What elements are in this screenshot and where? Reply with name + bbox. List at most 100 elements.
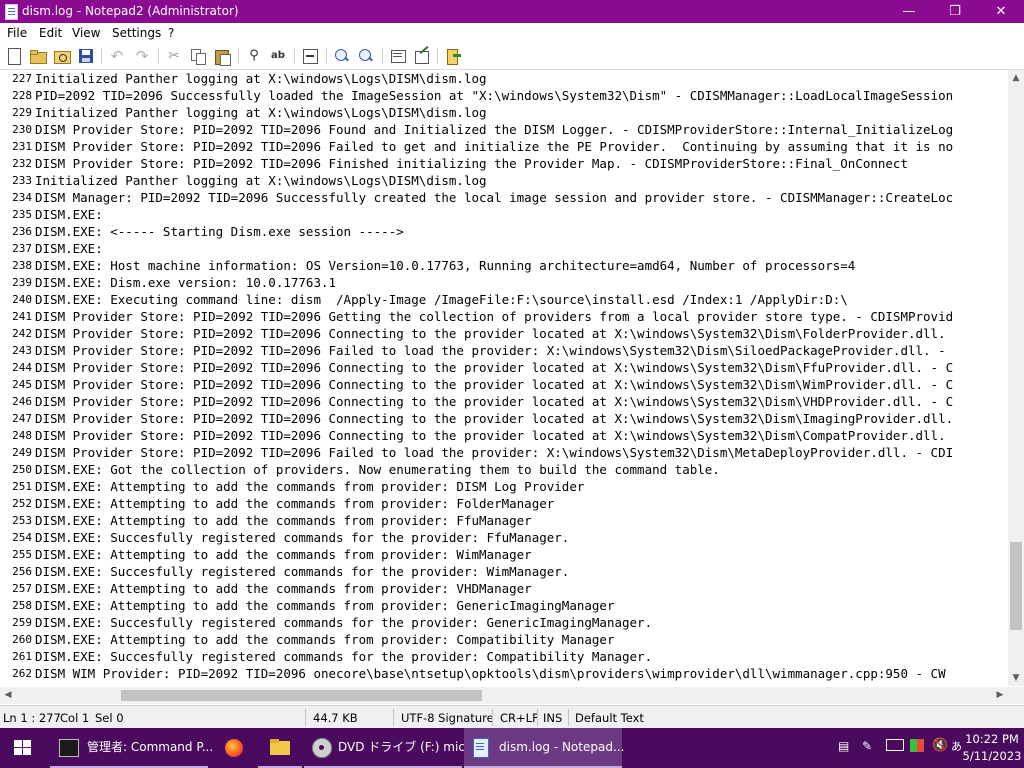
menu-file[interactable]: File — [7, 26, 27, 40]
taskbar-file-explorer[interactable] — [258, 728, 302, 768]
paste-icon[interactable] — [213, 47, 231, 66]
line-number: 234 — [12, 191, 32, 204]
editor-line: 250 DISM.EXE: Got the collection of provi… — [0, 461, 1008, 478]
notepad-icon — [473, 738, 489, 758]
line-text: DISM Provider Store: PID=2092 TID=2096 C… — [35, 360, 954, 375]
clock[interactable]: 10:22 PM 5/11/2023 — [960, 728, 1024, 768]
editor-line: 245 DISM Provider Store: PID=2092 TID=209… — [0, 376, 1008, 393]
firefox-icon — [225, 739, 243, 757]
pen-tray-icon[interactable]: ✎ — [862, 738, 878, 754]
line-number: 253 — [12, 514, 32, 527]
vertical-scrollbar[interactable]: ▲ ▼ — [1008, 70, 1024, 686]
keyboard-tray-icon[interactable] — [886, 739, 904, 751]
browse-icon[interactable] — [53, 47, 71, 65]
title-bar[interactable]: dism.log - Notepad2 (Administrator) — ❐ … — [0, 0, 1024, 23]
editor-line: 239 DISM.EXE: Dism.exe version: 10.0.1776… — [0, 274, 1008, 291]
scroll-right-icon[interactable]: ▶ — [992, 687, 1008, 704]
editor-line: 246 DISM Provider Store: PID=2092 TID=209… — [0, 393, 1008, 410]
new-file-icon[interactable] — [5, 47, 23, 65]
line-number: 236 — [12, 225, 32, 238]
scroll-down-icon[interactable]: ▼ — [1008, 670, 1024, 686]
line-text: DISM Provider Store: PID=2092 TID=2096 F… — [35, 139, 954, 154]
line-number: 238 — [12, 259, 32, 272]
taskbar-notepad2[interactable]: dism.log - Notepad... — [464, 728, 624, 768]
line-text: DISM WIM Provider: PID=2092 TID=2096 one… — [35, 666, 946, 681]
save-icon[interactable] — [77, 47, 95, 65]
status-bar: Ln 1 : 277 Col 1 Sel 0 44.7 KB UTF-8 Sig… — [0, 705, 1024, 729]
close-button[interactable]: ✕ — [978, 0, 1024, 23]
goto-icon[interactable] — [301, 47, 319, 65]
status-line-endings[interactable]: CR+LF — [500, 711, 539, 725]
editor-line: 260 DISM.EXE: Attempting to add the comma… — [0, 631, 1008, 648]
zoom-out-icon[interactable] — [357, 47, 375, 65]
toolbar: ↶ ↷ ✂ ⚲ ab — [0, 43, 1024, 70]
line-number: 235 — [12, 208, 32, 221]
line-text: DISM.EXE: Executing command line: dism /… — [35, 292, 848, 307]
line-text: DISM.EXE: Host machine information: OS V… — [35, 258, 856, 273]
status-col: Col 1 — [60, 711, 90, 725]
scroll-left-icon[interactable]: ◀ — [0, 687, 16, 704]
taskbar-label: 管理者: Command P... — [87, 740, 214, 754]
network-tray-icon[interactable]: ▤ — [838, 738, 854, 754]
start-button[interactable] — [0, 728, 46, 768]
menu-edit[interactable]: Edit — [39, 26, 62, 40]
line-text: DISM.EXE: Succesfully registered command… — [35, 615, 653, 630]
horizontal-scrollbar[interactable]: ◀ ▶ — [0, 687, 1008, 704]
status-file-size: 44.7 KB — [313, 711, 358, 725]
editor-line: 252 DISM.EXE: Attempting to add the comma… — [0, 495, 1008, 512]
scheme-icon[interactable] — [389, 47, 407, 65]
volume-muted-icon[interactable]: 🔇 — [932, 738, 948, 754]
line-number: 251 — [12, 480, 32, 493]
menu-settings[interactable]: Settings — [112, 26, 161, 40]
line-number: 232 — [12, 157, 32, 170]
customize-icon[interactable] — [413, 46, 431, 65]
app-tray-icon[interactable] — [910, 739, 924, 752]
line-text: DISM.EXE: Attempting to add the commands… — [35, 496, 555, 511]
editor-line: 255 DISM.EXE: Attempting to add the comma… — [0, 546, 1008, 563]
scrollbar-corner — [1008, 687, 1024, 704]
line-number: 259 — [12, 616, 32, 629]
line-number: 230 — [12, 123, 32, 136]
menu-help[interactable]: ? — [168, 26, 174, 40]
status-sel: Sel 0 — [95, 711, 124, 725]
folder-icon — [270, 741, 290, 755]
menu-view[interactable]: View — [72, 26, 100, 40]
replace-icon[interactable]: ab — [269, 47, 287, 65]
open-folder-icon[interactable] — [29, 47, 47, 65]
zoom-in-icon[interactable] — [333, 47, 351, 65]
line-text: DISM Provider Store: PID=2092 TID=2096 C… — [35, 411, 954, 426]
taskbar-command-prompt[interactable]: 管理者: Command P... — [50, 728, 213, 768]
text-editor[interactable]: 227 Initialized Panther logging at X:\win… — [0, 70, 1008, 686]
editor-line: 247 DISM Provider Store: PID=2092 TID=209… — [0, 410, 1008, 427]
taskbar-firefox[interactable] — [212, 728, 256, 768]
status-insert-mode[interactable]: INS — [543, 711, 562, 725]
undo-icon[interactable]: ↶ — [108, 47, 126, 65]
taskbar: 管理者: Command P... DVD ドライブ (F:) micr... … — [0, 728, 1024, 768]
maximize-button[interactable]: ❐ — [932, 0, 978, 23]
find-icon[interactable]: ⚲ — [245, 47, 263, 65]
exit-icon[interactable] — [444, 47, 462, 65]
window-title: dism.log - Notepad2 (Administrator) — [22, 4, 239, 18]
status-scheme[interactable]: Default Text — [575, 711, 644, 725]
line-number: 228 — [12, 89, 32, 102]
menu-bar: File Edit View Settings ? — [0, 23, 1024, 43]
line-number: 258 — [12, 599, 32, 612]
line-text: DISM Provider Store: PID=2092 TID=2096 C… — [35, 394, 954, 409]
editor-line: 254 DISM.EXE: Succesfully registered comm… — [0, 529, 1008, 546]
editor-line: 237 DISM.EXE: — [0, 240, 1008, 257]
horizontal-scroll-thumb[interactable] — [121, 690, 482, 701]
scroll-up-icon[interactable]: ▲ — [1008, 70, 1024, 86]
line-text: Initialized Panther logging at X:\window… — [35, 173, 487, 188]
vertical-scroll-thumb[interactable] — [1010, 542, 1022, 630]
line-text: DISM.EXE: Attempting to add the commands… — [35, 581, 532, 596]
taskbar-dvd-drive[interactable]: DVD ドライブ (F:) micr... — [304, 728, 480, 768]
editor-line: 228 PID=2092 TID=2096 Successfully loaded… — [0, 87, 1008, 104]
line-text: DISM Manager: PID=2092 TID=2096 Successf… — [35, 190, 954, 205]
copy-icon[interactable] — [189, 47, 207, 65]
line-text: DISM.EXE: <----- Starting Dism.exe sessi… — [35, 224, 404, 239]
cut-icon[interactable]: ✂ — [165, 47, 183, 65]
minimize-button[interactable]: — — [886, 0, 932, 23]
line-text: DISM.EXE: Succesfully registered command… — [35, 564, 570, 579]
status-encoding[interactable]: UTF-8 Signature — [401, 711, 494, 725]
redo-icon[interactable]: ↷ — [133, 47, 151, 65]
